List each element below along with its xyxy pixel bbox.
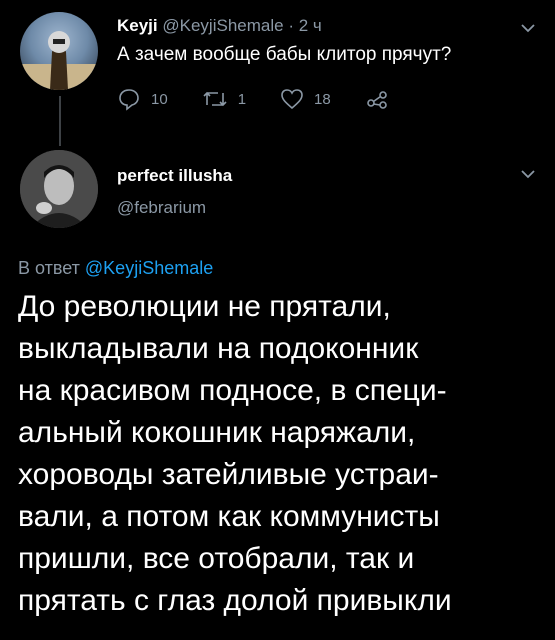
share-icon (366, 91, 387, 109)
author-name[interactable]: perfect illusha (117, 166, 232, 186)
tweet-text-line: на красивом подносе, в специ- (18, 374, 447, 407)
author-handle[interactable]: @KeyjiShemale (162, 16, 283, 35)
avatar-image (20, 150, 98, 228)
chevron-down-icon[interactable] (520, 166, 536, 182)
separator: · (288, 16, 294, 35)
tweet2-text: До революции не прятали, выкладывали на … (18, 286, 550, 622)
author-handle[interactable]: @febrarium (117, 198, 206, 218)
like-icon (281, 89, 303, 110)
reply-prefix: В ответ (18, 258, 80, 278)
tweet-text-line: вали, а потом как коммунисты (18, 500, 440, 533)
avatar-image (20, 31, 98, 90)
timestamp[interactable]: 2 ч (299, 16, 322, 35)
tweet-text-line: До революции не прятали, (18, 290, 391, 323)
tweet-text-line: выкладывали на подоконник (18, 332, 419, 365)
retweet-count: 1 (237, 90, 247, 108)
reply-context: В ответ @KeyjiShemale (18, 258, 213, 279)
retweet-button[interactable]: 1 (202, 87, 246, 111)
chevron-down-icon[interactable] (520, 20, 536, 36)
reply-button[interactable]: 10 (117, 87, 168, 111)
retweet-icon (203, 91, 227, 107)
reply-mention-link[interactable]: @KeyjiShemale (85, 258, 213, 278)
tweet-actions: 10 1 18 (117, 86, 433, 112)
tweet-text-line: пришли, все отобрали, так и (18, 542, 415, 575)
like-button[interactable]: 18 (280, 87, 331, 111)
author-name[interactable]: Keyji (117, 16, 158, 35)
tweet-text-line: альный кокошник наряжали, (18, 416, 416, 449)
reply-count: 10 (151, 90, 168, 108)
tweet-text-line: хороводы затейливые устраи- (18, 458, 439, 491)
tweet-text-line: прятать с глаз долой привыкли (18, 584, 452, 617)
reply-icon (119, 89, 139, 111)
tweet1-text: А зачем вообще бабы клитор прячут? (117, 44, 452, 65)
like-count: 18 (314, 90, 331, 108)
thread-line (59, 96, 61, 146)
avatar[interactable] (20, 12, 98, 90)
share-button[interactable] (365, 87, 399, 111)
tweet1-header: Keyji @KeyjiShemale · 2 ч (117, 16, 322, 36)
avatar[interactable] (20, 150, 98, 228)
